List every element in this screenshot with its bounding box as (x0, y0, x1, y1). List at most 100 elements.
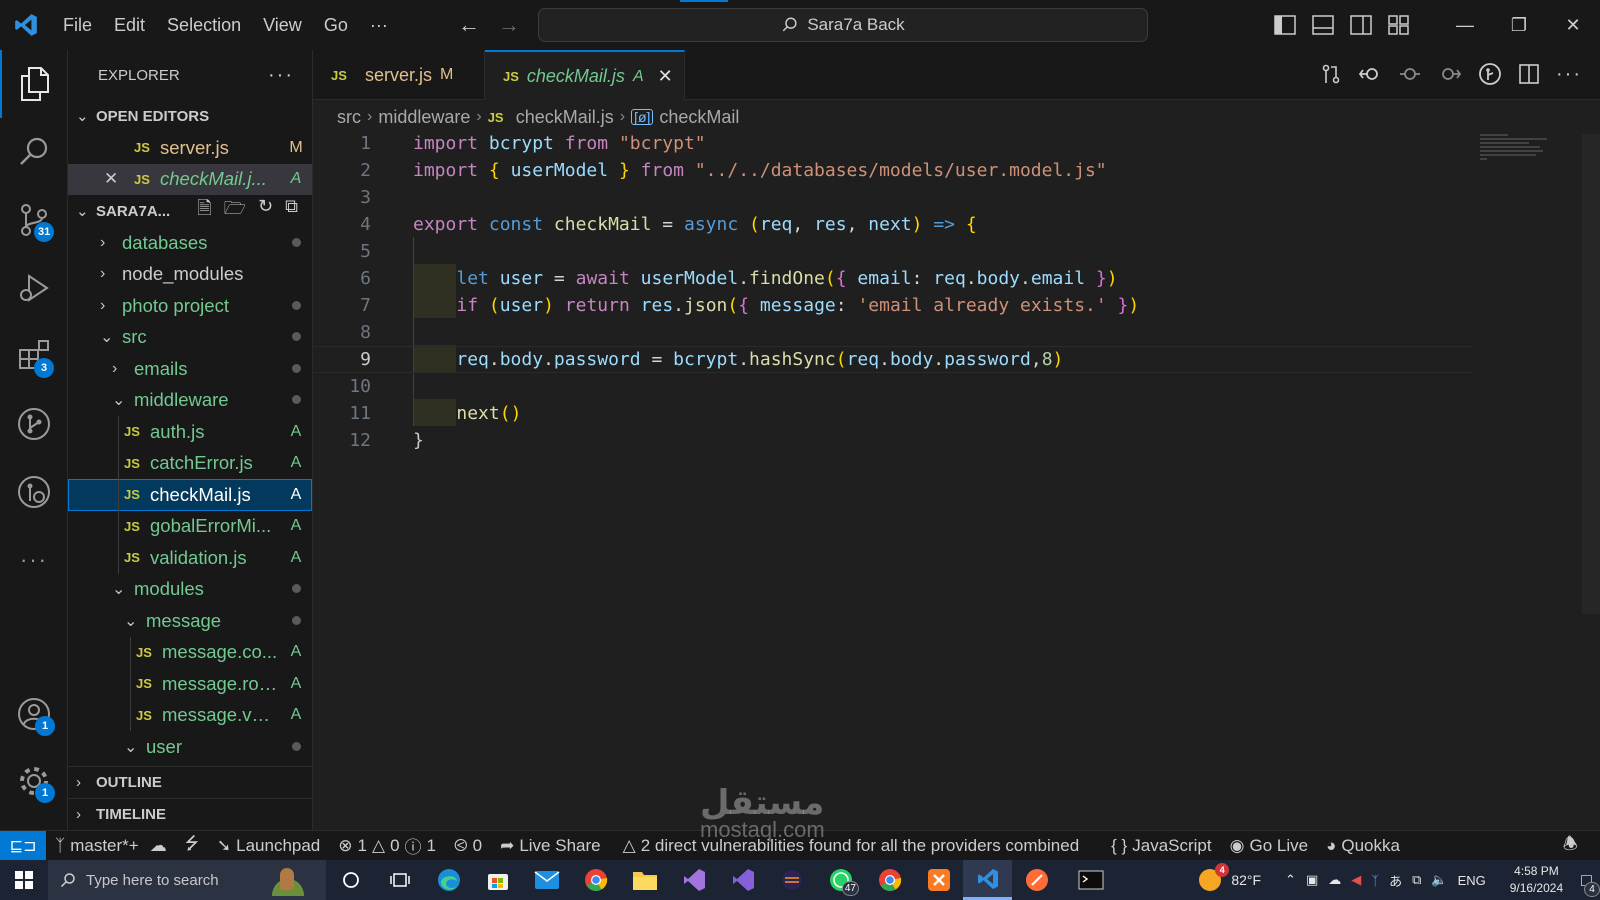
windows-start-icon[interactable] (0, 860, 48, 900)
gitlens-inspect-icon[interactable] (1478, 62, 1502, 86)
tree-file-item[interactable]: JS validation.js A (68, 542, 312, 574)
vulnerabilities-item[interactable]: △ 2 direct vulnerabilities found for all… (614, 836, 1089, 856)
tree-folder-item[interactable]: ⌄ modules (68, 574, 312, 606)
tree-file-item[interactable]: JS auth.js A (68, 416, 312, 448)
temperature[interactable]: 82°F (1231, 872, 1261, 888)
new-file-icon[interactable]: 🗎 (197, 196, 211, 226)
tree-folder-item[interactable]: ⌄ user (68, 731, 312, 763)
split-editor-icon[interactable] (1518, 63, 1540, 85)
accounts-icon[interactable]: 1 (0, 680, 68, 748)
tree-folder-item[interactable]: › databases (68, 227, 312, 259)
code-line[interactable]: 7 if (user) return res.json({ message: '… (313, 292, 1473, 319)
extensions-icon[interactable]: 3 (0, 322, 68, 390)
clock[interactable]: 4:58 PM 9/16/2024 (1510, 863, 1563, 897)
open-editor-item[interactable]: ✕ JS checkMail.j... A (68, 163, 312, 195)
tree-folder-item[interactable]: › node_modules (68, 259, 312, 291)
menu-file[interactable]: File (52, 0, 103, 50)
explorer-more-button[interactable]: ··· (268, 64, 294, 87)
code-line[interactable]: 2 import { userModel } from "../../databa… (313, 157, 1473, 184)
minimize-button[interactable]: — (1438, 15, 1492, 36)
code-line[interactable]: 12} (313, 427, 1473, 454)
breadcrumb-item[interactable]: checkMail (659, 107, 739, 128)
search-icon[interactable] (0, 118, 68, 186)
quokka-item[interactable]: ◕ Quokka (1317, 836, 1409, 856)
speaker-muted-icon[interactable]: ◀ (1351, 872, 1361, 888)
tree-file-item[interactable]: JS message.co... A (68, 636, 312, 668)
tab-checkmail-js[interactable]: JS checkMail.js A ✕ (485, 50, 685, 101)
microsoft-store-icon[interactable] (473, 860, 522, 900)
tree-folder-item[interactable]: › photo project (68, 290, 312, 322)
tree-file-item[interactable]: JS message.rou... A (68, 668, 312, 700)
outline-header[interactable]: › OUTLINE (68, 766, 312, 798)
volume-icon[interactable]: 🔈 (1431, 872, 1447, 888)
tree-folder-item[interactable]: ⌄ middleware (68, 385, 312, 417)
open-editors-header[interactable]: ⌄ OPEN EDITORS (68, 100, 312, 132)
breadcrumb-item[interactable]: checkMail.js (516, 107, 614, 128)
back-arrow-icon[interactable]: ← (458, 12, 480, 38)
code-line[interactable]: 5 (313, 238, 1473, 265)
problems-indicator[interactable]: ⊗ 1 △ 0 ⓘ 1 (329, 833, 445, 858)
previous-change-icon[interactable] (1358, 63, 1382, 85)
wifi-icon[interactable]: ⧉ (1412, 872, 1421, 888)
editor-scrollbar[interactable] (1582, 134, 1600, 614)
onedrive-cloud-icon[interactable]: ☁ (1328, 872, 1341, 888)
menu-view[interactable]: View (252, 0, 313, 50)
branch-indicator[interactable]: ᛉ master*+ ☁ (46, 836, 176, 856)
commit-icon[interactable] (1398, 63, 1422, 85)
breadcrumb-item[interactable]: middleware (378, 107, 470, 128)
live-share-item[interactable]: ➦ Live Share (491, 836, 610, 856)
bluetooth-icon[interactable]: ᛉ (1371, 873, 1379, 888)
menu-selection[interactable]: Selection (156, 0, 252, 50)
edge-browser-icon[interactable] (424, 860, 473, 900)
chrome-2-icon[interactable] (865, 860, 914, 900)
menu-go[interactable]: Go (313, 0, 359, 50)
chrome-icon[interactable] (571, 860, 620, 900)
next-change-icon[interactable] (1438, 63, 1462, 85)
widgets-icon[interactable] (375, 860, 424, 900)
toggle-primary-sidebar-icon[interactable] (1274, 15, 1296, 35)
mail-icon[interactable] (522, 860, 571, 900)
more-views-icon[interactable]: ··· (0, 526, 68, 594)
project-folder-header[interactable]: ⌄ SARA7A... 🗎 🗁 ↻ ⧉ (68, 195, 312, 227)
forward-arrow-icon[interactable]: → (498, 12, 520, 38)
taskbar-search-box[interactable]: Type here to search (48, 860, 326, 900)
chevron-up-icon[interactable]: ⌃ (1285, 872, 1296, 888)
close-window-button[interactable]: ✕ (1546, 15, 1600, 36)
code-line[interactable]: 1 import bcrypt from "bcrypt" (313, 130, 1473, 157)
git-graph-icon[interactable] (0, 390, 68, 458)
visual-studio-2-icon[interactable] (718, 860, 767, 900)
notifications-bell-icon[interactable]: 🕭 (1554, 831, 1600, 860)
code-line[interactable]: 4 export const checkMail = async (req, re… (313, 211, 1473, 238)
settings-gear-icon[interactable]: 1 (0, 747, 68, 815)
language-mode[interactable]: { } JavaScript (1102, 836, 1220, 856)
menu-edit[interactable]: Edit (103, 0, 156, 50)
code-line[interactable]: 3 (313, 184, 1473, 211)
vscode-taskbar-icon[interactable] (963, 860, 1012, 900)
minimap[interactable] (1480, 134, 1550, 164)
tree-file-item[interactable]: JS message.vali... A (68, 699, 312, 731)
tree-file-item[interactable]: JS catchError.js A (68, 447, 312, 479)
notifications-icon[interactable]: □ 4 (1581, 870, 1600, 897)
run-debug-icon[interactable] (0, 254, 68, 322)
toggle-panel-icon[interactable] (1312, 15, 1334, 35)
task-view-icon[interactable] (326, 860, 375, 900)
tab-server-js[interactable]: JS server.js M (313, 50, 485, 100)
more-actions-icon[interactable]: ··· (1556, 63, 1582, 86)
breadcrumb-item[interactable]: src (337, 107, 361, 128)
code-editor[interactable]: 1 import bcrypt from "bcrypt" 2 import { us… (313, 133, 1600, 830)
git-graph-status[interactable]: ⭍ (176, 831, 208, 860)
code-line[interactable]: 9 req.body.password = bcrypt.hashSync(re… (313, 346, 1473, 373)
code-line[interactable]: 10 (313, 373, 1473, 400)
remote-indicator-icon[interactable]: ⊑⊐ (0, 830, 46, 861)
file-explorer-icon[interactable] (620, 860, 669, 900)
ports-indicator[interactable]: ⧀ 0 (445, 836, 491, 856)
meet-now-icon[interactable]: ▣ (1306, 872, 1318, 888)
code-line[interactable]: 11 next() (313, 400, 1473, 427)
input-method-icon[interactable]: あ (1389, 871, 1402, 890)
explorer-icon[interactable] (0, 50, 68, 118)
customize-layout-icon[interactable] (1388, 15, 1410, 35)
weather-icon[interactable]: 4 (1199, 863, 1230, 891)
tree-file-item[interactable]: JS gobalErrorMi... A (68, 510, 312, 542)
timeline-header[interactable]: › TIMELINE (68, 798, 312, 830)
toggle-secondary-sidebar-icon[interactable] (1350, 15, 1372, 35)
